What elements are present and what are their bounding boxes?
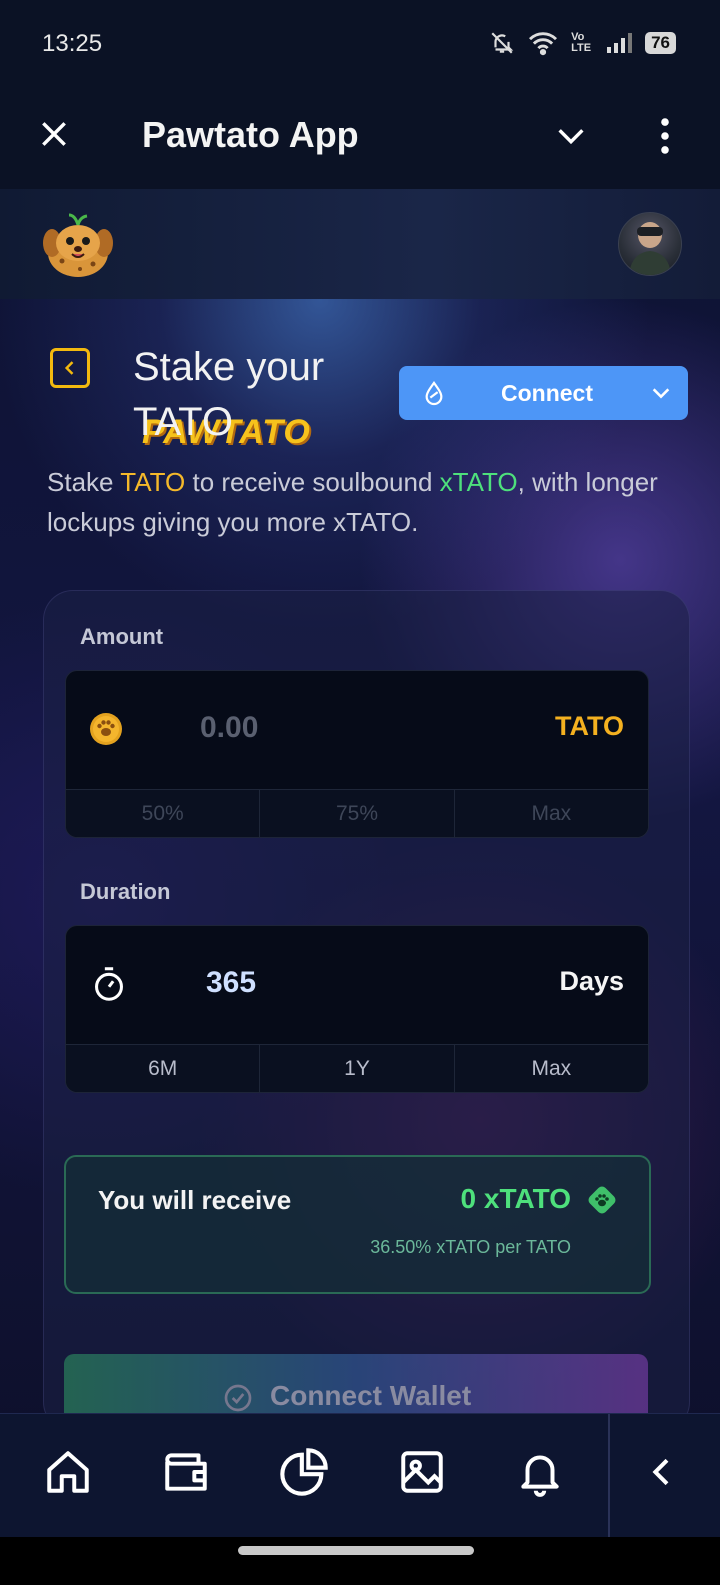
duration-preset-6m[interactable]: 6M — [66, 1045, 261, 1092]
droplet-icon — [425, 381, 443, 406]
stopwatch-icon — [95, 967, 123, 1001]
nav-divider — [608, 1414, 610, 1538]
app-title: Pawtato App — [142, 114, 359, 155]
chevron-left-icon — [652, 1458, 669, 1486]
chart-pie-icon — [280, 1448, 328, 1496]
bell-off-icon — [491, 32, 514, 54]
duration-presets: 6M 1Y Max — [66, 1044, 648, 1092]
user-avatar[interactable] — [618, 212, 682, 276]
site-header: PAWTATO — [0, 189, 720, 451]
duration-input[interactable]: 365 — [206, 966, 256, 1000]
status-icons: Vo LTE 76 — [489, 30, 676, 56]
amount-token-label: TATO — [555, 711, 624, 741]
status-bar: 13:25 Vo LTE 76 — [0, 0, 720, 95]
wifi-icon — [529, 32, 558, 56]
desc-text-2: to receive soulbound — [185, 467, 440, 497]
signal-icon — [607, 33, 633, 53]
duration-preset-1y[interactable]: 1Y — [260, 1045, 455, 1092]
amount-input-row[interactable]: 0.00 TATO — [66, 671, 648, 789]
amount-label: Amount — [80, 624, 164, 649]
duration-unit-label: Days — [559, 966, 624, 996]
receive-label: You will receive — [98, 1185, 292, 1215]
page-title: Stake your TATO — [133, 345, 325, 444]
chevron-left-icon — [64, 361, 74, 375]
desc-token: TATO — [120, 467, 186, 497]
amount-input[interactable]: 0.00 — [200, 711, 258, 745]
amount-preset-75[interactable]: 75% — [260, 790, 455, 837]
page-description: Stake TATO to receive soulbound xTATO, w… — [47, 462, 687, 542]
bell-icon — [521, 1455, 559, 1497]
amount-preset-max[interactable]: Max — [455, 790, 648, 837]
back-button[interactable] — [50, 348, 90, 388]
pawtato-mascot-logo[interactable] — [38, 209, 118, 279]
app-bar — [0, 95, 720, 189]
nav-wallet[interactable] — [156, 1442, 216, 1502]
duration-label: Duration — [80, 879, 171, 904]
gesture-area — [0, 1537, 720, 1585]
connect-button[interactable]: Connect — [399, 366, 688, 420]
chevron-down-icon — [652, 388, 670, 399]
desc-xtoken: xTATO — [439, 467, 518, 497]
nav-gallery[interactable] — [392, 1442, 452, 1502]
home-icon — [47, 1451, 89, 1493]
nav-portfolio[interactable] — [274, 1442, 334, 1502]
wallet-icon — [165, 1453, 207, 1491]
receive-summary: You will receive 0 xTATO 36.50% xTATO pe… — [64, 1155, 651, 1294]
status-time: 13:25 — [42, 30, 103, 57]
chevron-down-icon[interactable] — [554, 119, 588, 153]
battery-indicator: 76 — [645, 32, 676, 54]
more-vert-icon[interactable] — [652, 117, 678, 155]
xtato-token-icon — [588, 1186, 616, 1214]
image-icon — [401, 1451, 443, 1493]
duration-field: 365 Days 6M 1Y Max — [65, 925, 649, 1093]
amount-preset-50[interactable]: 50% — [66, 790, 261, 837]
connect-label: Connect — [501, 380, 593, 406]
desc-text-1: Stake — [47, 467, 121, 497]
amount-field: 0.00 TATO 50% 75% Max — [65, 670, 649, 838]
avatar-image — [629, 222, 671, 275]
bottom-nav — [0, 1413, 720, 1538]
conversion-rate: 36.50% xTATO per TATO — [370, 1237, 571, 1257]
duration-input-row[interactable]: 365 Days — [66, 926, 648, 1044]
duration-preset-max[interactable]: Max — [455, 1045, 648, 1092]
network-type: Vo LTE — [571, 31, 592, 54]
home-gesture-bar[interactable] — [238, 1546, 474, 1555]
amount-presets: 50% 75% Max — [66, 789, 648, 837]
receive-value: 0 xTATO — [460, 1183, 571, 1214]
nav-home[interactable] — [38, 1442, 98, 1502]
close-icon[interactable] — [38, 118, 70, 150]
check-badge-icon — [224, 1384, 252, 1412]
connect-wallet-label: Connect Wallet — [270, 1380, 472, 1411]
paw-coin-icon — [90, 713, 122, 745]
nav-collapse[interactable] — [632, 1442, 692, 1502]
nav-notifications[interactable] — [510, 1442, 570, 1502]
